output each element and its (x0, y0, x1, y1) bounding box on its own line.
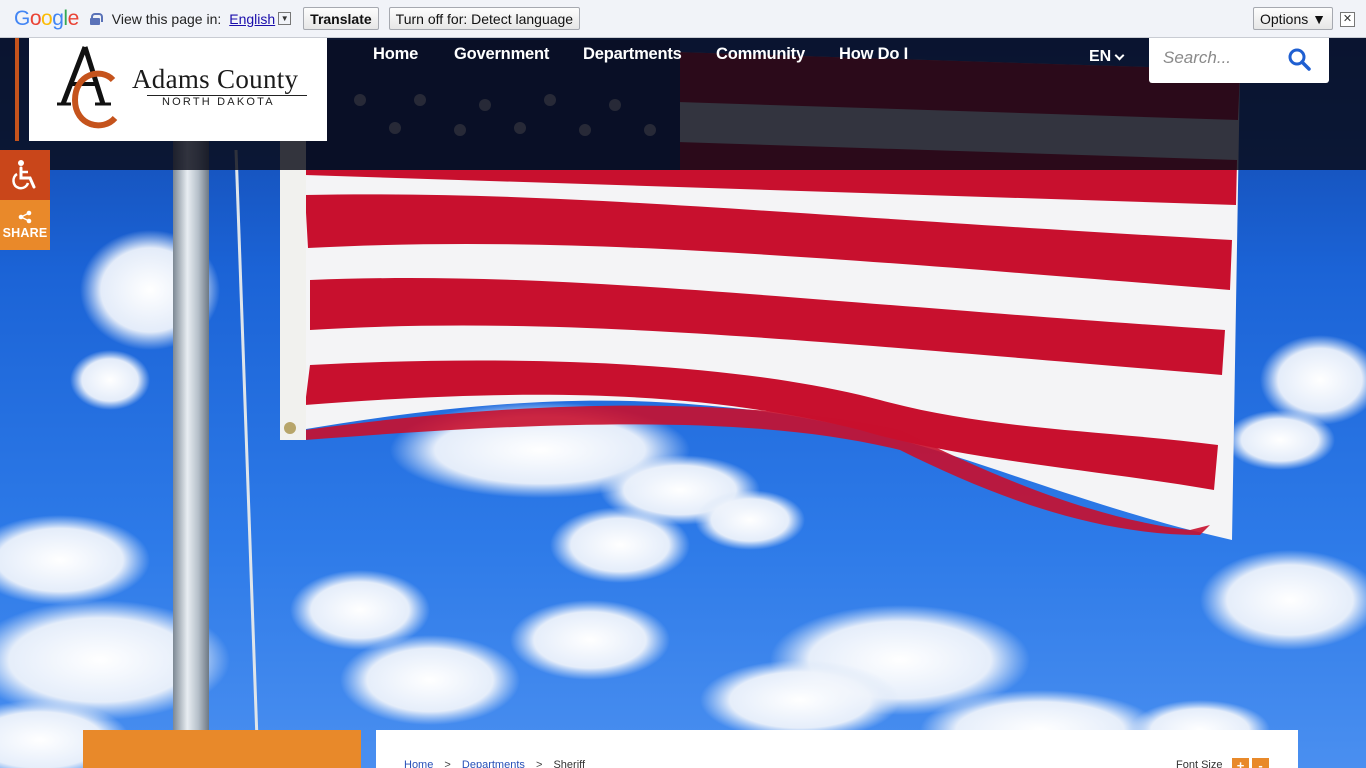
google-logo-letter: e (67, 6, 80, 30)
county-monogram-icon (57, 46, 118, 129)
language-dropdown-icon[interactable]: ▼ (278, 12, 292, 25)
breadcrumb-home[interactable]: Home (404, 759, 433, 768)
site-name: Adams County (132, 64, 299, 94)
breadcrumb-separator: > (444, 759, 451, 768)
search-input[interactable] (1163, 45, 1283, 71)
language-selector[interactable]: EN (1089, 48, 1125, 66)
logo-accent-bar (15, 38, 19, 141)
google-logo-letter: o (29, 6, 42, 30)
search-icon[interactable] (1287, 47, 1311, 71)
turn-off-button[interactable]: Turn off for: Detect language (388, 7, 581, 30)
share-icon (18, 210, 32, 224)
close-icon[interactable]: ✕ (1340, 12, 1355, 27)
breadcrumb-current: Sheriff (553, 759, 586, 768)
share-label: SHARE (2, 226, 48, 240)
google-logo-letter: G (14, 6, 30, 30)
google-logo-letter: o (41, 6, 53, 30)
sidebar-panel (83, 730, 361, 768)
main-content: Home > Departments > Sheriff Font Size +… (376, 730, 1298, 768)
breadcrumb: Home > Departments > Sheriff (404, 759, 585, 768)
breadcrumb-separator: > (535, 759, 543, 768)
nav-item-community[interactable]: Community (716, 45, 805, 64)
language-link[interactable]: English (229, 11, 275, 27)
translate-bar: Google View this page in: English ▼ Tran… (0, 0, 1366, 38)
chevron-down-icon (1114, 50, 1125, 60)
font-decrease-button[interactable]: - (1252, 758, 1269, 768)
translate-button[interactable]: Translate (303, 7, 379, 30)
lock-icon (89, 12, 103, 25)
font-increase-button[interactable]: + (1232, 758, 1249, 768)
options-button[interactable]: Options ▼ (1253, 7, 1333, 30)
site-logo[interactable]: Adams County NORTH DAKOTA (29, 38, 327, 141)
breadcrumb-departments[interactable]: Departments (462, 759, 525, 768)
nav-item-home[interactable]: Home (373, 45, 418, 64)
nav-item-how-do-i[interactable]: How Do I (839, 45, 908, 64)
google-logo-letter: g (52, 6, 64, 30)
share-button[interactable]: SHARE (0, 200, 50, 250)
nav-item-government[interactable]: Government (454, 45, 549, 64)
site-subtitle: NORTH DAKOTA (162, 96, 275, 108)
font-size-label: Font Size (1176, 759, 1223, 768)
translate-prompt: View this page in: (111, 10, 222, 27)
wheelchair-icon (12, 160, 36, 190)
nav-item-departments[interactable]: Departments (583, 45, 682, 64)
accessibility-button[interactable] (0, 150, 50, 200)
search-box (1149, 35, 1329, 83)
language-code: EN (1089, 48, 1112, 65)
google-logo: Google (14, 7, 79, 31)
